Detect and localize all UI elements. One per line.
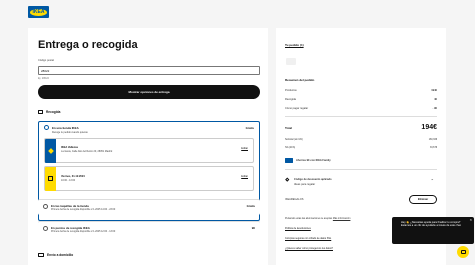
divider [285,116,437,117]
calendar-icon [45,167,56,191]
vat-label: IVA (21%) [285,147,296,149]
vat-value: 33,67€ [429,147,437,149]
order-link[interactable]: Tu pedido (1) [285,43,304,47]
products-value: 194€ [431,89,437,92]
truck-icon [38,253,44,257]
gift-label: Cómo pagar regalar [285,107,309,110]
store-selection-row[interactable]: IKEA Vallecas La Gavia, Calle Alto del R… [44,138,254,163]
postal-code-input[interactable]: 28022 [38,66,260,75]
radio-points[interactable] [43,226,48,231]
option-points-price: 9€ [251,225,255,230]
ssl-link[interactable]: Compras seguras con cifrado de datos SSL [285,237,331,240]
delivery-title[interactable]: Envío a domicilio [47,253,73,257]
option-lockers-price: Gratis [246,203,255,208]
discount-subtitle: Ideas para regalar [294,183,316,186]
date-selection-row[interactable]: Viernes, 31.12.2024 10:00 - 13:00 Editar [44,166,254,191]
pickup-option-points[interactable]: En puntos de recogida IKEA Primera fecha… [38,221,260,237]
pickup-date: Viernes, 31.12.2024 [61,175,85,178]
logo-text: IKEA [32,9,45,15]
chat-message: Hey 👋 ¿Necesitas ayuda para finalizar tu… [401,221,462,228]
option-store-title: En una tienda IKEA [52,125,79,130]
products-label: Productos [285,89,297,92]
terms-text: Pulsando estas las alumnaciones te acept… [285,217,350,220]
tag-icon [285,177,290,182]
option-points-subtitle: Primera fecha de recogida disponible 2.1… [51,230,116,233]
product-thumbnail[interactable] [286,58,296,65]
family-savings: Ahorras 9€ con IKEA Family [296,159,331,162]
subtotal-value: 160,33€ [428,139,437,141]
delivery-panel: Entrega o recogida Código postal 28022 E… [28,28,268,265]
postal-label: Código postal [38,59,54,62]
subtotal-label: Subtotal (sin IVA) [285,139,303,141]
option-lockers-title: En las taquillas de la tienda [51,203,89,208]
total-label: Total [285,126,292,130]
terms-link[interactable]: Más información [333,217,351,220]
pickup-title: Recogida [46,109,61,114]
discount-code: IKEAREGALOS [285,198,304,201]
radio-lockers[interactable] [43,204,48,209]
pickup-cost-label: Recogida [285,98,296,101]
edit-store-link[interactable]: Editar [241,147,248,150]
discount-title: Código de descuento aplicado [294,178,332,181]
chevron-up-icon[interactable]: ⌃ [431,178,434,183]
edit-date-link[interactable]: Editar [241,175,248,178]
pickup-option-lockers[interactable]: En las taquillas de la tienda Primera fe… [38,199,260,215]
store-name: IKEA Vallecas [61,146,79,149]
option-store-subtitle: Recoge tu pedido cuando quieras [52,130,88,134]
option-lockers-subtitle: Primera fecha de recogida disponible 2.1… [51,208,116,211]
remove-discount-button[interactable]: Eliminar [409,195,437,204]
pickup-time: 10:00 - 13:00 [61,179,76,182]
option-points-title: En puntos de recogida IKEA [51,225,90,230]
terms-text-body: Pulsando estas las alumnaciones te acept… [285,217,333,220]
close-icon[interactable]: × [470,217,472,222]
location-icon [45,139,56,163]
option-store-price: Gratis [245,125,254,130]
radio-store-selected[interactable] [44,125,49,130]
pickup-cost-value: 4€ [434,98,437,101]
gift-value: - 9€ [432,107,437,110]
store-icon [38,110,43,114]
returns-policy-link[interactable]: Política de devoluciones [285,227,311,230]
ikea-logo[interactable]: IKEA [28,6,49,18]
store-address: La Gavia, Calle Alto del Retiro 20, 2805… [61,150,113,153]
show-delivery-options-button[interactable]: Mostrar opciones de entrega [38,85,260,99]
privacy-link[interactable]: ¿Quieres saber cómo protegemos tus datos… [285,247,333,250]
ikea-family-icon [285,158,293,163]
chat-button[interactable] [457,246,469,258]
chat-popup[interactable]: Hey 👋 ¿Necesitas ayuda para finalizar tu… [392,217,474,244]
postal-hint: Ej. 28022 [38,76,49,80]
summary-title: Resumen del pedido [285,78,315,82]
divider [285,169,437,170]
total-value: 194€ [421,124,437,131]
chat-icon [460,249,466,254]
page-title: Entrega o recogida [38,39,138,51]
